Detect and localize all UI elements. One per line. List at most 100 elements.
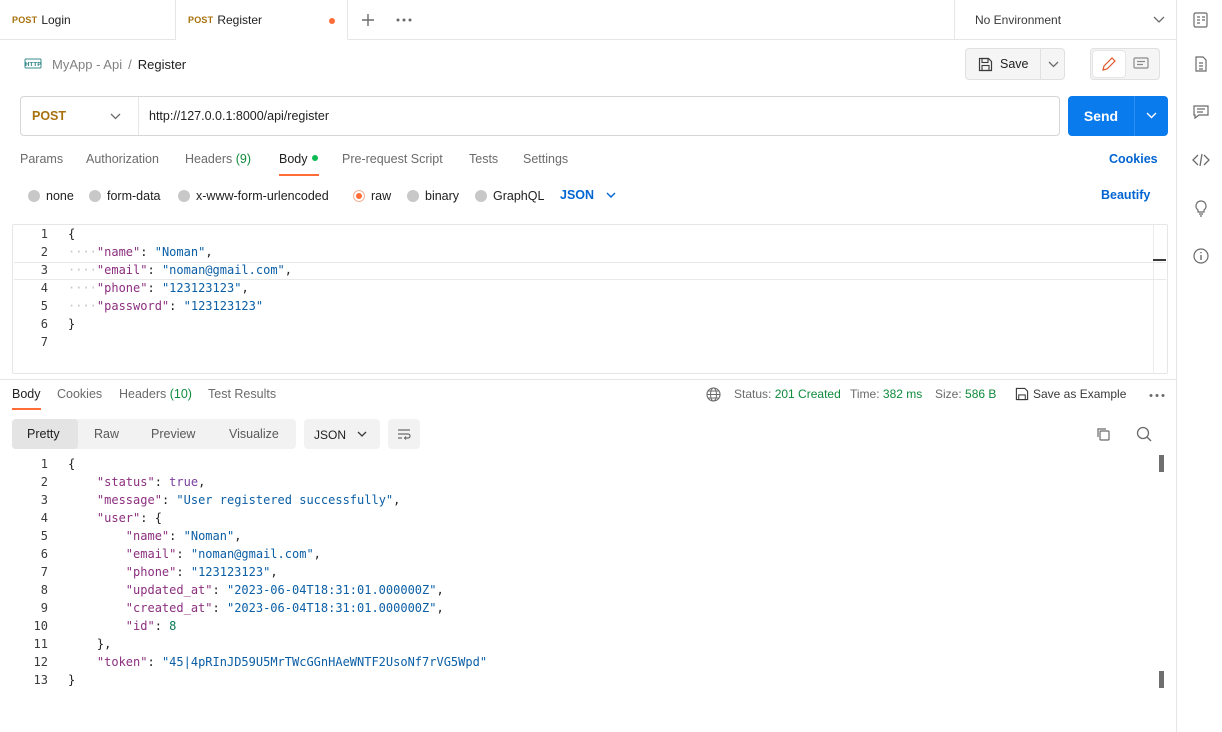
line-number: 4 [40,281,48,295]
tab-params[interactable]: Params [20,152,63,172]
tab-body[interactable]: Body [279,152,318,172]
globe-icon[interactable] [706,387,721,402]
edit-mode-button[interactable] [1093,51,1125,77]
url-input[interactable]: http://127.0.0.1:8000/api/register [149,97,329,135]
beautify-link[interactable]: Beautify [1101,188,1150,202]
code-line: "phone": "123123123", [125,565,278,579]
code-line: ····"email": "noman@gmail.com", [68,263,293,277]
documentation-icon[interactable] [1192,55,1210,73]
code-line: "user": { [96,511,162,525]
active-response-tab-indicator [12,408,41,410]
scrollbar-thumb[interactable] [1159,671,1164,688]
radio-x-www-form-urlencoded[interactable]: x-www-form-urlencoded [178,188,329,204]
response-tab-test-results[interactable]: Test Results [208,387,276,401]
radio-binary[interactable]: binary [407,188,459,204]
info-icon[interactable] [1192,247,1210,265]
response-tab-headers[interactable]: Headers (10) [119,387,192,401]
tab-headers[interactable]: Headers (9) [185,152,251,172]
tab-register[interactable]: POST Register [176,0,348,40]
line-number: 7 [40,565,48,579]
active-tab-indicator [279,174,319,176]
chevron-down-icon [357,431,367,437]
tab-login[interactable]: POST Login [0,0,176,40]
tab-label: Register [217,12,262,27]
lightbulb-icon[interactable] [1192,199,1210,217]
breadcrumb-separator: / [128,56,132,72]
send-button[interactable]: Send [1068,96,1168,136]
line-number: 13 [33,673,48,687]
breadcrumb: HTTP MyApp - Api / Register [24,54,186,74]
http-request-icon: HTTP [24,58,42,69]
tab-authorization[interactable]: Authorization [86,152,159,172]
svg-text:HTTP: HTTP [25,62,41,68]
body-format-select[interactable]: JSON [560,188,616,202]
cookies-link[interactable]: Cookies [1109,152,1158,166]
http-method: POST [32,109,67,123]
line-number: 1 [40,457,48,471]
chevron-down-icon [606,192,616,198]
tab-method: POST [188,14,214,25]
line-number: 1 [40,227,48,241]
line-number: 5 [40,299,48,313]
scrollbar-thumb[interactable] [1159,455,1164,472]
code-line: "created_at": "2023-06-04T18:31:01.00000… [125,601,444,615]
code-line: ····"name": "Noman", [68,245,213,259]
radio-form-data[interactable]: form-data [89,188,161,204]
chevron-down-icon[interactable] [1146,112,1157,119]
wrap-lines-button[interactable] [388,419,420,449]
new-tab-plus-icon[interactable] [361,13,375,27]
chevron-down-icon[interactable] [1048,61,1059,68]
response-format-select[interactable]: JSON [304,419,380,449]
code-snippet-icon[interactable] [1192,151,1210,169]
response-time[interactable]: Time: 382 ms [850,387,922,401]
view-mode-switch: Pretty Raw Preview Visualize [12,419,296,449]
code-line: }, [96,637,112,651]
radio-raw[interactable]: raw [353,188,391,204]
environment-select[interactable]: No Environment [954,0,1176,40]
code-line: { [68,227,76,241]
code-line: "updated_at": "2023-06-04T18:31:01.00000… [125,583,444,597]
more-options-icon[interactable] [1149,393,1165,398]
code-line: "email": "noman@gmail.com", [125,547,321,561]
radio-graphql[interactable]: GraphQL [475,188,544,204]
save-button[interactable]: Save [965,48,1065,80]
breadcrumb-request[interactable]: Register [138,57,186,72]
line-number: 10 [33,619,48,633]
more-tabs-icon[interactable] [396,17,412,23]
tab-settings[interactable]: Settings [523,152,568,172]
response-size[interactable]: Size: 586 B [935,387,996,401]
response-status[interactable]: Status: 201 Created [734,387,841,401]
line-number: 6 [40,317,48,331]
save-as-example-button[interactable]: Save as Example [1015,387,1126,401]
save-disk-icon [1015,387,1029,401]
comment-mode-icon[interactable] [1133,57,1149,71]
line-number: 3 [40,493,48,507]
search-icon[interactable] [1136,426,1152,442]
line-number: 8 [40,583,48,597]
http-method-select[interactable]: POST [21,97,139,135]
save-label: Save [1000,57,1029,71]
edit-toggle-group [1090,48,1160,80]
line-number: 2 [40,475,48,489]
response-tab-cookies[interactable]: Cookies [57,387,102,401]
view-pretty[interactable]: Pretty [27,427,60,441]
right-sidebar [1176,0,1222,732]
view-visualize[interactable]: Visualize [229,427,279,441]
view-raw[interactable]: Raw [94,427,119,441]
tab-tests[interactable]: Tests [469,152,498,172]
code-line: { [68,457,76,471]
code-line: } [68,317,76,331]
tab-method: POST [12,15,38,25]
breadcrumb-collection[interactable]: MyApp - Api [52,57,122,72]
url-bar: POST http://127.0.0.1:8000/api/register [20,96,1060,136]
pencil-icon [1102,57,1116,71]
environment-quick-look-icon[interactable] [1192,11,1210,29]
send-label: Send [1083,108,1119,124]
comments-icon[interactable] [1192,103,1210,121]
view-preview[interactable]: Preview [151,427,195,441]
radio-none[interactable]: none [28,188,74,204]
response-tab-body[interactable]: Body [12,387,41,401]
tab-pre-request-script[interactable]: Pre-request Script [342,152,443,172]
copy-icon[interactable] [1096,427,1111,442]
unsaved-dot-icon [329,18,335,24]
